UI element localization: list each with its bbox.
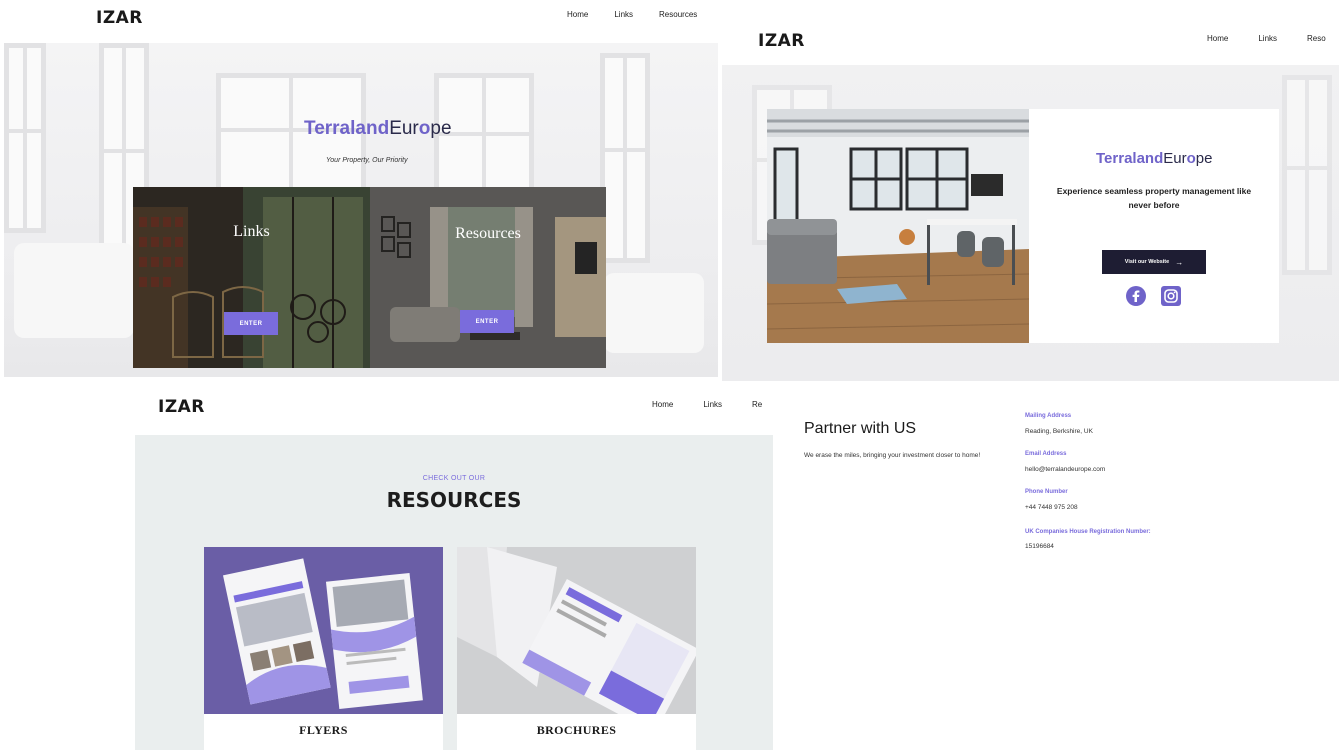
resources-card-title: Resources — [455, 225, 521, 242]
links-enter-button[interactable]: ENTER — [224, 312, 278, 335]
registration-number-value: 15196684 — [1025, 543, 1054, 550]
brochures-label: BROCHURES — [536, 723, 617, 737]
office-photo — [767, 109, 1029, 343]
registration-number-label: UK Companies House Registration Number: — [1025, 529, 1151, 535]
brochures-card[interactable]: BROCHURES — [457, 547, 696, 750]
resources-card[interactable]: Resources ENTER — [370, 187, 606, 368]
phone-number-value[interactable]: +44 7448 975 208 — [1025, 504, 1078, 511]
flyers-card[interactable]: FLYERS — [204, 547, 443, 750]
resources-enter-button[interactable]: ENTER — [460, 310, 514, 333]
site-logo-2[interactable]: IZAR — [758, 31, 805, 51]
nav-links-2[interactable]: Links — [1258, 34, 1277, 43]
flyers-label: FLYERS — [299, 723, 348, 737]
facebook-icon[interactable] — [1126, 286, 1146, 306]
resources-eyebrow: CHECK OUT OUR — [422, 475, 486, 482]
phone-number-label: Phone Number — [1025, 489, 1068, 495]
resources-heading: RESOURCES — [386, 488, 522, 512]
flyers-image — [204, 547, 443, 714]
wine-room-image — [133, 187, 370, 368]
visit-website-button[interactable]: Visit our Website → — [1102, 250, 1206, 274]
partner-title: Partner with US — [804, 420, 917, 437]
promo-brand-o-mark: o — [1186, 150, 1196, 167]
hero-tagline: Your Property, Our Priority — [326, 157, 408, 164]
main-nav-3: Home Links Re — [652, 400, 762, 409]
flyers-mockup-image — [204, 547, 443, 714]
nav-home-3[interactable]: Home — [652, 400, 673, 409]
links-card-title: Links — [233, 223, 270, 240]
site-logo-3[interactable]: IZAR — [158, 397, 205, 417]
brand-part2-pre: Eur — [389, 118, 419, 139]
nav-links-3[interactable]: Links — [703, 400, 722, 409]
mailing-address-label: Mailing Address — [1025, 413, 1072, 419]
living-room-image — [370, 187, 606, 368]
promo-brand-part2-pre: Eur — [1163, 150, 1187, 167]
instagram-icon[interactable] — [1161, 286, 1181, 306]
nav-resources-2[interactable]: Reso — [1307, 34, 1326, 43]
brand-part2-post: pe — [430, 118, 452, 139]
partner-description: We erase the miles, bringing your invest… — [804, 452, 981, 459]
hero-brand-wordmark: TerralandEurope — [304, 118, 452, 140]
promo-brand-wordmark: TerralandEurope — [1096, 150, 1212, 167]
nav-resources[interactable]: Resources — [659, 10, 697, 19]
brochures-image — [457, 547, 696, 714]
brochures-mockup-image — [457, 547, 696, 714]
nav-links[interactable]: Links — [614, 10, 633, 19]
promo-brand-part2-post: pe — [1195, 150, 1213, 167]
nav-home[interactable]: Home — [567, 10, 588, 19]
arrow-right-icon: → — [1175, 257, 1184, 267]
office-interior-image — [767, 109, 1029, 343]
main-nav-2: Home Links Reso — [1207, 34, 1326, 43]
links-card[interactable]: Links ENTER — [133, 187, 370, 368]
brand-o-mark: o — [418, 118, 431, 139]
brand-part1: Terraland — [304, 118, 390, 139]
nav-resources-3[interactable]: Re — [752, 400, 762, 409]
site-logo[interactable]: IZAR — [96, 8, 143, 28]
email-address-label: Email Address — [1025, 451, 1067, 457]
visit-website-label: Visit our Website — [1124, 259, 1170, 265]
mailing-address-value: Reading, Berkshire, UK — [1025, 428, 1093, 435]
nav-home-2[interactable]: Home — [1207, 34, 1228, 43]
email-address-value[interactable]: hello@terralandeurope.com — [1025, 466, 1105, 473]
promo-description: Experience seamless property management … — [1056, 186, 1252, 210]
promo-brand-part1: Terraland — [1096, 150, 1164, 167]
promo-card — [1029, 109, 1279, 343]
main-nav: Home Links Resources — [567, 10, 697, 19]
